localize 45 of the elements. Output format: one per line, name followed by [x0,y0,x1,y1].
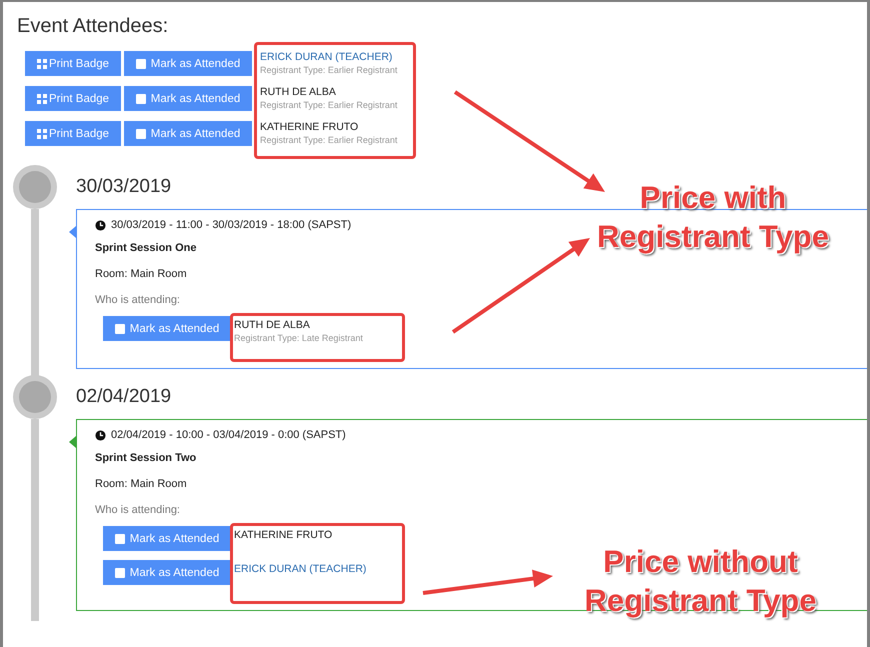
checkbox[interactable] [114,568,125,578]
attendee-link[interactable]: ERICK DURAN (TEACHER) [260,51,401,63]
print-badge-button[interactable]: Print Badge [25,86,121,111]
mark-attended-button[interactable]: Mark as Attended [103,560,231,585]
mark-attended-button[interactable]: Mark as Attended [124,121,252,146]
grid-icon [36,128,47,138]
annotation-text: Price with Registrant Type [596,179,830,256]
registrant-type: Registrant Type: Earlier Registrant [260,100,398,110]
attendee-name: KATHERINE FRUTO [234,529,334,541]
grid-icon [36,94,47,104]
timeline-node [13,165,57,209]
attendee-name: KATHERINE FRUTO [260,121,360,133]
session-time: 02/04/2019 - 10:00 - 03/04/2019 - 0:00 (SAPST) [111,429,346,441]
section-title: Event Attendees: [17,14,170,38]
grid-icon [36,58,47,68]
mark-attended-button[interactable]: Mark as Attended [103,526,231,551]
attendee-name: RUTH DE ALBA [260,86,337,98]
print-badge-button[interactable]: Print Badge [25,121,121,146]
checkbox[interactable] [114,324,125,334]
attendee-name: RUTH DE ALBA [234,319,311,331]
session-room: Room: Main Room [95,268,188,280]
registrant-type: Registrant Type: Late Registrant [234,333,364,343]
attending-label: Who is attending: [95,294,181,306]
session-date: 30/03/2019 [76,175,172,199]
attending-label: Who is attending: [95,504,181,516]
checkbox[interactable] [136,58,146,68]
session-name: Sprint Session Two [95,452,198,464]
print-badge-button[interactable]: Print Badge [25,51,121,76]
timeline-node [13,375,57,419]
clock-icon [95,430,106,440]
annotation-text: Price without Registrant Type [584,543,818,620]
session-room: Room: Main Room [95,478,188,490]
session-date: 02/04/2019 [76,385,172,409]
clock-icon [95,220,106,230]
session-time: 30/03/2019 - 11:00 - 30/03/2019 - 18:00 (SAPST) [111,219,352,231]
registrant-type: Registrant Type: Earlier Registrant [260,65,398,75]
session-name: Sprint Session One [95,242,198,254]
mark-attended-button[interactable]: Mark as Attended [124,86,252,111]
checkbox[interactable] [136,94,146,104]
checkbox[interactable] [136,128,146,138]
attendee-link[interactable]: ERICK DURAN (TEACHER) [234,563,392,575]
mark-attended-button[interactable]: Mark as Attended [124,51,252,76]
registrant-type: Registrant Type: Earlier Registrant [260,135,398,145]
checkbox[interactable] [114,534,125,544]
mark-attended-button[interactable]: Mark as Attended [103,316,231,341]
